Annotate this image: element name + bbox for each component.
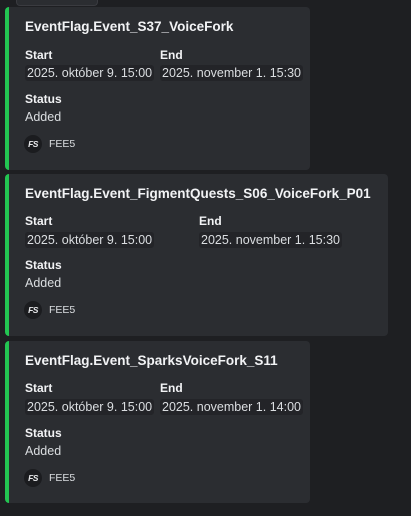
event-card: EventFlag.Event_SparksVoiceFork_S11 Star…: [5, 341, 310, 503]
message-area: EventFlag.Event_S37_VoiceFork Start 2025…: [0, 0, 411, 516]
start-label: Start: [25, 214, 53, 228]
end-label: End: [199, 214, 222, 228]
end-value-chip: 2025. november 1. 15:30: [160, 65, 303, 81]
start-value-chip: 2025. október 9. 15:00: [25, 232, 155, 248]
start-value-chip: 2025. október 9. 15:00: [25, 399, 155, 415]
event-card: EventFlag.Event_FigmentQuests_S06_VoiceF…: [5, 174, 388, 336]
end-value: 2025. november 1. 15:30: [160, 65, 303, 81]
start-label: Start: [25, 48, 53, 62]
start-value: 2025. október 9. 15:00: [25, 65, 155, 81]
previous-message-stub: [16, 0, 98, 6]
fs-logo-icon: FS: [24, 135, 42, 153]
footer-text: FEE5: [49, 138, 76, 150]
status-value: Added: [25, 110, 62, 124]
status-label: Status: [25, 426, 62, 440]
card-title: EventFlag.Event_SparksVoiceFork_S11: [25, 353, 278, 368]
footer-text: FEE5: [49, 304, 76, 316]
card-title: EventFlag.Event_FigmentQuests_S06_VoiceF…: [25, 186, 371, 201]
fs-logo-icon: FS: [24, 469, 42, 487]
fs-logo-icon: FS: [24, 301, 42, 319]
end-value-chip: 2025. november 1. 14:00: [160, 399, 303, 415]
end-label: End: [160, 381, 183, 395]
end-value-chip: 2025. november 1. 15:30: [199, 232, 342, 248]
end-label: End: [160, 48, 183, 62]
status-label: Status: [25, 258, 62, 272]
status-value: Added: [25, 444, 62, 458]
status-value: Added: [25, 276, 62, 290]
start-label: Start: [25, 381, 53, 395]
event-card: EventFlag.Event_S37_VoiceFork Start 2025…: [5, 7, 310, 170]
start-value: 2025. október 9. 15:00: [25, 232, 155, 248]
start-value: 2025. október 9. 15:00: [25, 399, 155, 415]
status-label: Status: [25, 92, 62, 106]
end-value: 2025. november 1. 15:30: [199, 232, 342, 248]
card-title: EventFlag.Event_S37_VoiceFork: [25, 19, 234, 34]
start-value-chip: 2025. október 9. 15:00: [25, 65, 155, 81]
footer-text: FEE5: [49, 472, 76, 484]
end-value: 2025. november 1. 14:00: [160, 399, 303, 415]
